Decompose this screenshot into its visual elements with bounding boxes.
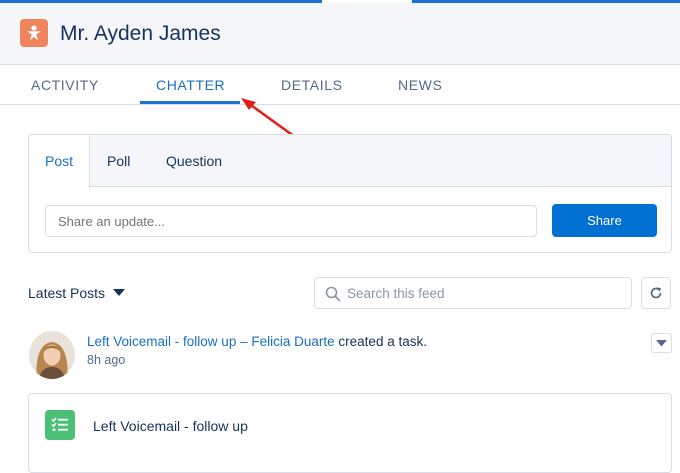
post-separator: – xyxy=(240,334,248,349)
post-actor-link[interactable]: Felicia Duarte xyxy=(251,334,334,349)
active-tab-indicator xyxy=(140,101,240,104)
task-title-link[interactable]: Left Voicemail - follow up xyxy=(93,418,248,434)
post-action-text: created a task. xyxy=(338,334,427,349)
task-card: Left Voicemail - follow up xyxy=(28,393,672,473)
share-update-input[interactable] xyxy=(45,205,537,237)
post-task-link[interactable]: Left Voicemail - follow up xyxy=(87,334,236,349)
chevron-down-icon xyxy=(113,289,126,296)
refresh-icon xyxy=(650,287,662,299)
tab-chatter[interactable]: CHATTER xyxy=(156,77,225,93)
publisher-tab-question[interactable]: Question xyxy=(166,153,222,169)
post-timestamp: 8h ago xyxy=(87,353,126,367)
latest-posts-label: Latest Posts xyxy=(28,285,106,301)
latest-posts-dropdown[interactable]: Latest Posts xyxy=(28,285,126,301)
feed-search xyxy=(314,277,632,309)
avatar[interactable] xyxy=(29,331,75,379)
record-tabs: ACTIVITY CHATTER DETAILS NEWS xyxy=(0,65,680,105)
post-actions-menu[interactable] xyxy=(651,333,672,353)
publisher-tab-post[interactable]: Post xyxy=(45,153,73,169)
publisher-tab-poll[interactable]: Poll xyxy=(107,153,130,169)
publisher: Post Poll Question Share xyxy=(28,134,672,253)
task-icon xyxy=(45,410,75,440)
lead-icon xyxy=(20,19,48,47)
record-header: Mr. Ayden James xyxy=(0,3,680,65)
record-title: Mr. Ayden James xyxy=(60,22,221,45)
search-icon xyxy=(325,286,341,302)
tab-news[interactable]: NEWS xyxy=(398,77,442,93)
share-button[interactable]: Share xyxy=(552,204,657,237)
tab-activity[interactable]: ACTIVITY xyxy=(31,77,99,93)
refresh-button[interactable] xyxy=(641,277,671,309)
chevron-down-icon xyxy=(656,339,667,346)
publisher-tabbar: Post Poll Question xyxy=(29,135,671,188)
post-summary: Left Voicemail - follow up – Felicia Dua… xyxy=(87,334,427,349)
feed-search-input[interactable] xyxy=(347,278,627,308)
